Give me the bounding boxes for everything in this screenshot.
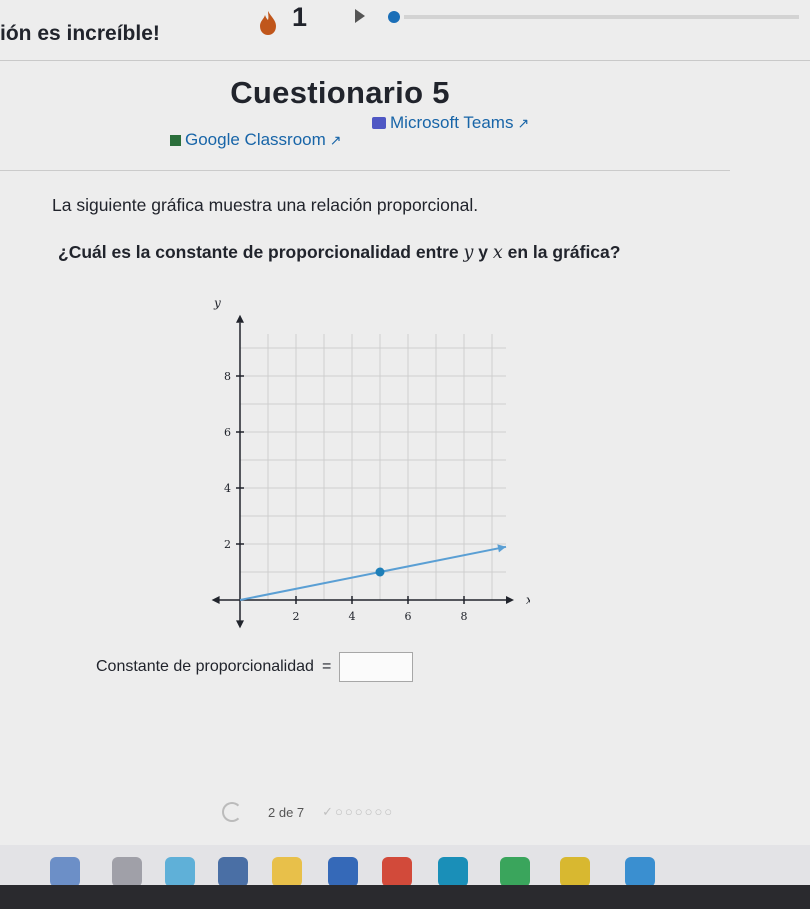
search-icon[interactable] bbox=[112, 857, 142, 887]
bezel bbox=[0, 885, 810, 909]
x-tick-label: 4 bbox=[349, 610, 356, 623]
y-axis-arrow-down bbox=[236, 620, 244, 629]
question-end: en la gráfica? bbox=[507, 242, 621, 262]
pager: 2 de 7 ✓○○○○○○ bbox=[222, 802, 394, 822]
x-tick-label: 8 bbox=[461, 610, 468, 623]
y-tick-label: 2 bbox=[224, 538, 231, 551]
copilot-icon[interactable] bbox=[165, 857, 195, 887]
progress-marks: ✓○○○○○○ bbox=[322, 804, 395, 819]
page-title: Cuestionario 5 bbox=[230, 75, 450, 110]
y-axis-label: y bbox=[213, 300, 221, 310]
x-axis-label: x bbox=[526, 593, 530, 607]
play-icon[interactable] bbox=[354, 8, 366, 24]
question-var-y: y bbox=[463, 243, 474, 263]
task-view-icon[interactable] bbox=[218, 857, 248, 887]
app-icon[interactable] bbox=[625, 857, 655, 887]
y-tick-label: 4 bbox=[224, 482, 231, 495]
x-axis-arrow bbox=[506, 596, 514, 604]
share-microsoft-teams-link[interactable]: Microsoft Teams ↗ bbox=[372, 113, 529, 133]
chrome-icon[interactable] bbox=[560, 857, 590, 887]
divider bbox=[0, 170, 730, 171]
question-start: ¿Cuál es la constante de proporcionalida… bbox=[58, 242, 459, 262]
y-tick-label: 6 bbox=[224, 426, 231, 439]
series-arrow bbox=[497, 544, 506, 553]
answer-label: Constante de proporcionalidad bbox=[96, 658, 314, 675]
share-google-classroom-link[interactable]: Google Classroom ↗ bbox=[170, 130, 342, 150]
store-icon[interactable] bbox=[328, 857, 358, 887]
question-conj: y bbox=[478, 242, 489, 262]
microsoft-teams-label: Microsoft Teams bbox=[390, 113, 514, 132]
highlight-point bbox=[375, 567, 385, 577]
streak-bar: ión es increíble! 1 bbox=[0, 0, 810, 62]
flame-icon bbox=[260, 11, 276, 35]
google-classroom-icon bbox=[170, 134, 181, 146]
encouragement-message: ión es increíble! bbox=[0, 22, 160, 45]
microsoft-teams-icon bbox=[372, 117, 386, 129]
file-explorer-icon[interactable] bbox=[272, 857, 302, 887]
google-classroom-label: Google Classroom bbox=[185, 130, 326, 149]
series-line bbox=[239, 545, 507, 601]
problem-question: ¿Cuál es la constante de proporcionalida… bbox=[58, 242, 620, 263]
equals-sign: = bbox=[321, 658, 332, 675]
problem-prompt: La siguiente gráfica muestra una relació… bbox=[52, 195, 479, 215]
answer-input[interactable] bbox=[339, 652, 414, 682]
external-link-icon: ↗ bbox=[329, 131, 342, 148]
x-tick-label: 6 bbox=[405, 610, 412, 623]
y-tick-label: 8 bbox=[224, 370, 231, 383]
widgets-icon[interactable] bbox=[50, 857, 80, 887]
quiz-page: ión es increíble! 1 Cuestionario 5 Googl… bbox=[0, 0, 810, 909]
edge-icon[interactable] bbox=[438, 857, 468, 887]
progress-track bbox=[404, 15, 799, 19]
progress-dot bbox=[388, 11, 400, 23]
loading-icon bbox=[222, 802, 242, 822]
chrome-icon[interactable] bbox=[500, 857, 530, 887]
question-var-x: x bbox=[492, 243, 503, 263]
pager-text: 2 de 7 bbox=[268, 804, 305, 820]
external-link-icon: ↗ bbox=[517, 114, 530, 131]
x-axis-arrow-left bbox=[211, 596, 220, 604]
y-axis-arrow bbox=[236, 314, 244, 323]
x-tick-label: 2 bbox=[293, 610, 300, 623]
proportional-graph: 2 4 6 8 2 4 6 8 x y bbox=[211, 300, 530, 629]
streak-count: 1 bbox=[292, 2, 308, 32]
answer-row: Constante de proporcionalidad = bbox=[96, 652, 414, 682]
media-icon[interactable] bbox=[382, 857, 412, 887]
divider bbox=[0, 60, 810, 61]
